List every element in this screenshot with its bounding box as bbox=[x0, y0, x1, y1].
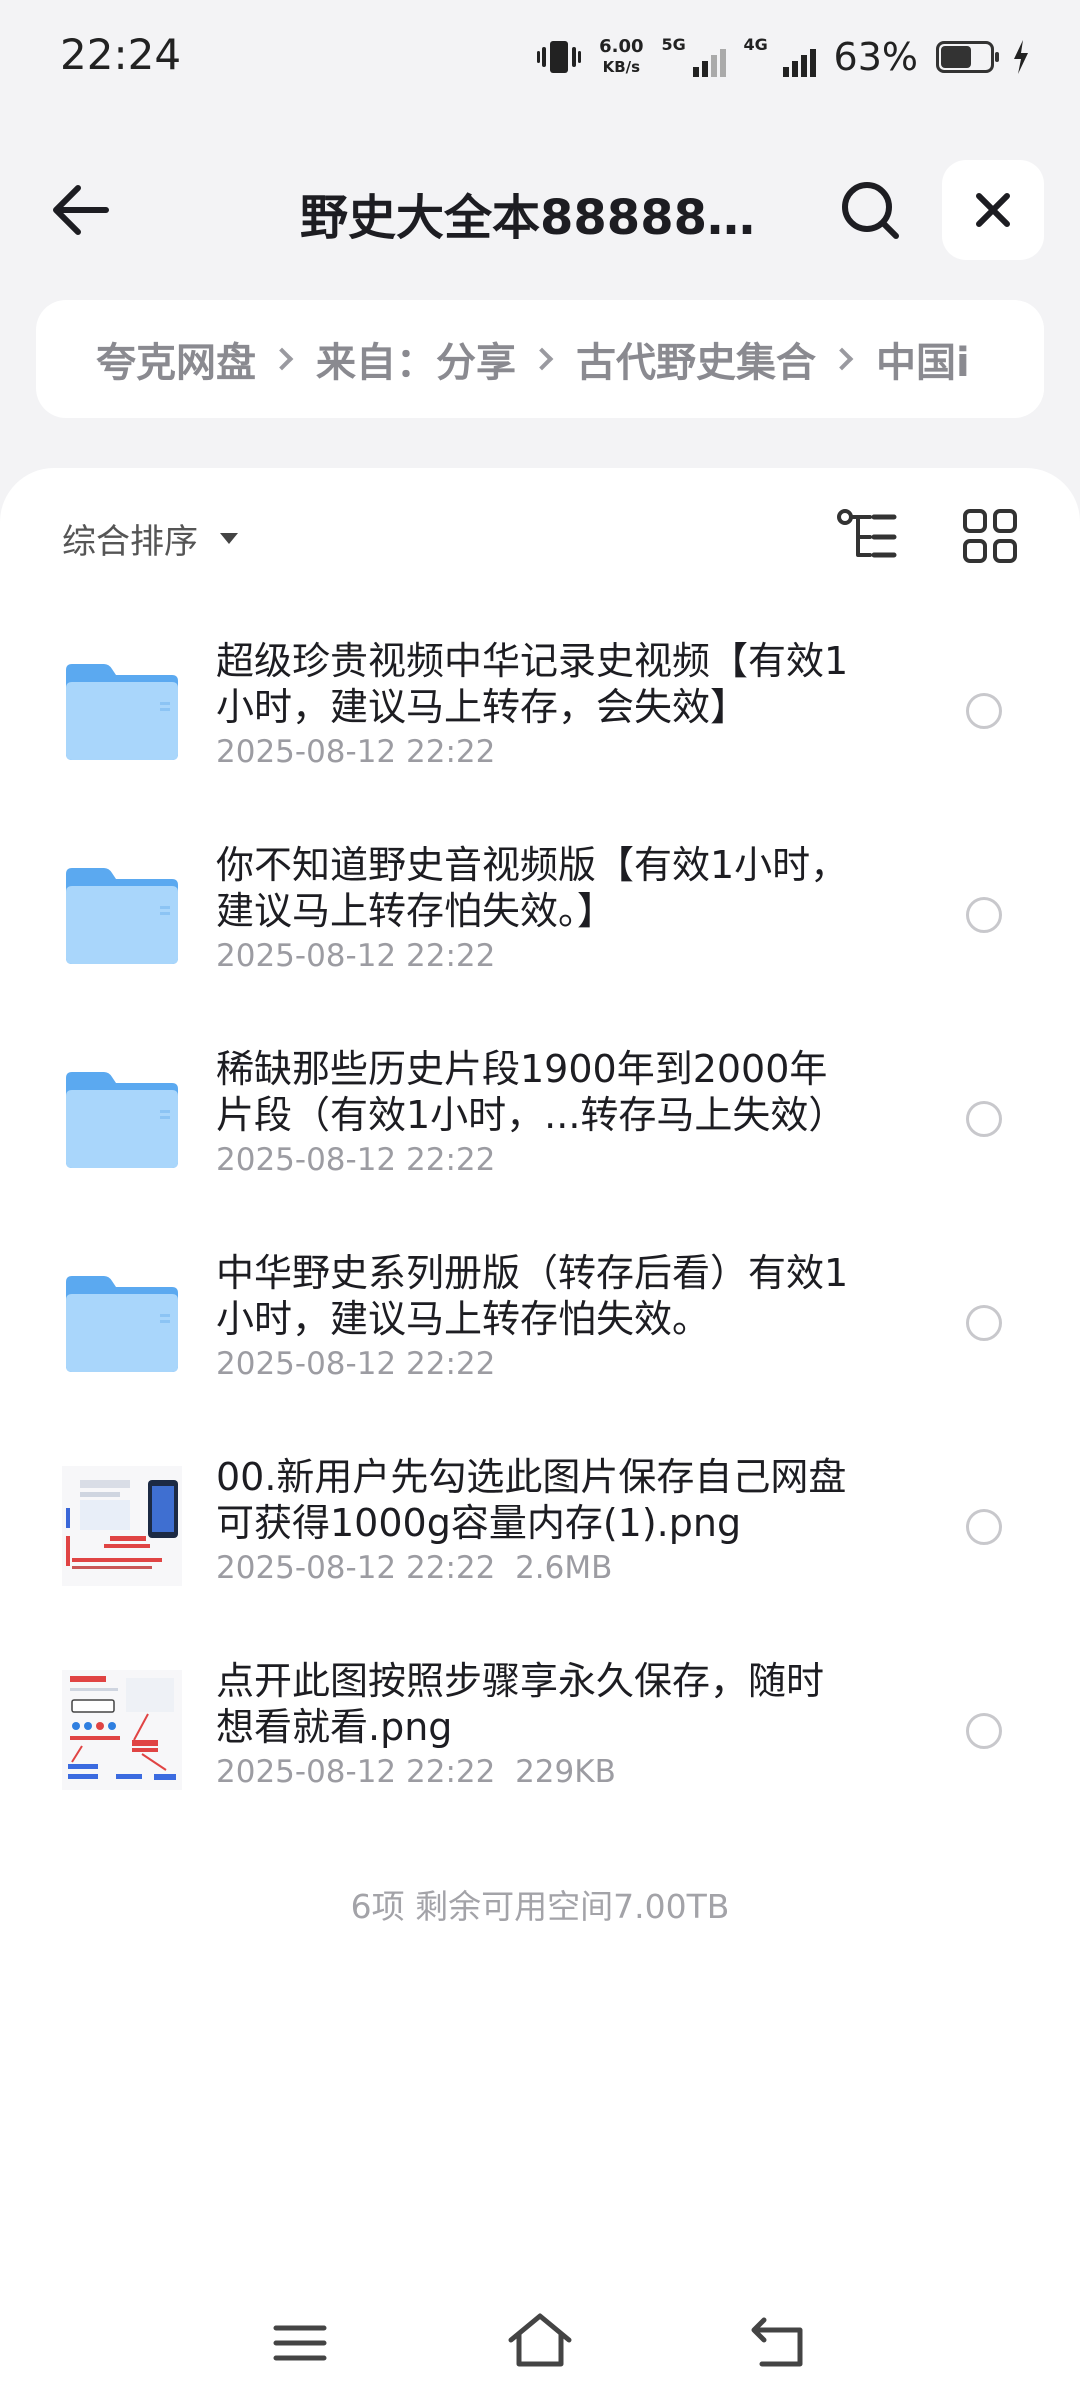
sort-label: 综合排序 bbox=[62, 522, 198, 562]
vibrate-icon bbox=[537, 41, 582, 73]
breadcrumb-item-collection[interactable]: 古代野史集合 bbox=[576, 330, 816, 388]
image-thumbnail bbox=[62, 1466, 182, 1586]
breadcrumb-fade bbox=[964, 300, 1044, 418]
folder-icon bbox=[66, 1276, 178, 1372]
system-navigation-bar bbox=[0, 2300, 1080, 2380]
page-title: 野史大全本88888… bbox=[300, 190, 755, 246]
select-radio[interactable] bbox=[966, 1713, 1002, 1749]
file-date: 2025-08-12 22:22 bbox=[216, 1346, 496, 1382]
folder-icon bbox=[66, 868, 178, 964]
list-item[interactable]: 点开此图按照步骤享永久保存，随时想看就看.png 2025-08-12 22:2… bbox=[0, 1630, 1080, 1834]
image-thumbnail bbox=[62, 1670, 182, 1790]
breadcrumb-item-current[interactable]: 中国i bbox=[876, 330, 970, 388]
list-item[interactable]: 你不知道野史音视频版【有效1小时，建议马上转存怕失效。】 2025-08-12 … bbox=[0, 814, 1080, 1018]
file-date: 2025-08-12 22:22 bbox=[216, 734, 496, 770]
back-gesture-icon[interactable] bbox=[750, 2314, 812, 2370]
file-list: 超级珍贵视频中华记录史视频【有效1小时，建议马上转存，会失效】 2025-08-… bbox=[0, 610, 1080, 1834]
file-date: 2025-08-12 22:22 bbox=[216, 1754, 496, 1790]
file-name: 超级珍贵视频中华记录史视频【有效1小时，建议马上转存，会失效】 bbox=[216, 639, 849, 729]
menu-icon[interactable] bbox=[270, 2320, 330, 2366]
select-radio[interactable] bbox=[966, 1509, 1002, 1545]
file-meta: 2025-08-12 22:22 bbox=[216, 734, 495, 770]
signal-5g-icon: 5G bbox=[662, 35, 726, 79]
grid-view-icon[interactable] bbox=[962, 508, 1018, 564]
file-date: 2025-08-12 22:22 bbox=[216, 1142, 496, 1178]
file-size: 229KB bbox=[515, 1754, 616, 1790]
breadcrumb-item-root[interactable]: 夸克网盘 bbox=[96, 330, 256, 388]
arrow-left-icon bbox=[53, 185, 109, 235]
list-item[interactable]: 稀缺那些历史片段1900年到2000年片段（有效1小时，...转存马上失效） 2… bbox=[0, 1018, 1080, 1222]
storage-summary: 6项 剩余可用空间7.00TB bbox=[350, 1887, 730, 1926]
list-item[interactable]: 超级珍贵视频中华记录史视频【有效1小时，建议马上转存，会失效】 2025-08-… bbox=[0, 610, 1080, 814]
select-radio[interactable] bbox=[966, 1101, 1002, 1137]
status-icons: 6.00 KB/s 5G 4G 63% bbox=[537, 30, 1030, 84]
sim1-label: 5G bbox=[661, 35, 686, 54]
sort-dropdown[interactable]: 综合排序 bbox=[62, 514, 238, 563]
file-meta: 2025-08-12 22:22 229KB bbox=[216, 1754, 616, 1790]
file-meta: 2025-08-12 22:22 bbox=[216, 1346, 495, 1382]
file-name: 中华野史系列册版（转存后看）有效1小时，建议马上转存怕失效。 bbox=[216, 1251, 849, 1341]
back-button[interactable] bbox=[40, 170, 120, 250]
breadcrumb: 夸克网盘 来自：分享 古代野史集合 中国i bbox=[36, 300, 1044, 418]
list-item[interactable]: 中华野史系列册版（转存后看）有效1小时，建议马上转存怕失效。 2025-08-1… bbox=[0, 1222, 1080, 1426]
folder-icon bbox=[66, 1072, 178, 1168]
file-meta: 2025-08-12 22:22 bbox=[216, 938, 495, 974]
search-button[interactable] bbox=[830, 170, 910, 250]
search-icon bbox=[842, 182, 899, 239]
breadcrumb-item-share[interactable]: 来自：分享 bbox=[316, 330, 516, 388]
file-name: 点开此图按照步骤享永久保存，随时想看就看.png bbox=[216, 1659, 825, 1749]
folder-icon bbox=[66, 664, 178, 760]
caret-down-icon bbox=[220, 533, 238, 544]
chevron-right-icon bbox=[270, 347, 294, 371]
signal-4g-icon: 4G bbox=[744, 35, 816, 79]
select-radio[interactable] bbox=[966, 1305, 1002, 1341]
list-item[interactable]: 00.新用户先勾选此图片保存自己网盘可获得1000g容量内存(1).png 20… bbox=[0, 1426, 1080, 1630]
home-icon[interactable] bbox=[505, 2310, 575, 2370]
chevron-right-icon bbox=[830, 347, 854, 371]
battery-icon bbox=[936, 41, 999, 73]
sim2-label: 4G bbox=[743, 35, 768, 54]
file-size: 2.6MB bbox=[515, 1550, 613, 1586]
select-radio[interactable] bbox=[966, 693, 1002, 729]
close-icon bbox=[976, 193, 1010, 227]
network-speed-unit: KB/s bbox=[602, 58, 641, 76]
file-date: 2025-08-12 22:22 bbox=[216, 1550, 496, 1586]
status-time: 22:24 bbox=[60, 30, 182, 79]
status-bar: 22:24 6.00 KB/s 5G 4G 63% bbox=[0, 0, 1080, 110]
battery-percent: 63% bbox=[833, 35, 918, 79]
file-name: 你不知道野史音视频版【有效1小时，建议马上转存怕失效。】 bbox=[216, 843, 849, 933]
close-button[interactable] bbox=[942, 160, 1044, 260]
tree-view-icon[interactable] bbox=[836, 505, 900, 569]
file-meta: 2025-08-12 22:22 bbox=[216, 1142, 495, 1178]
battery-level bbox=[941, 46, 971, 68]
file-name: 稀缺那些历史片段1900年到2000年片段（有效1小时，...转存马上失效） bbox=[216, 1047, 847, 1137]
file-name: 00.新用户先勾选此图片保存自己网盘可获得1000g容量内存(1).png bbox=[216, 1455, 847, 1545]
select-radio[interactable] bbox=[966, 897, 1002, 933]
network-speed: 6.00 KB/s bbox=[599, 37, 643, 77]
network-speed-value: 6.00 bbox=[599, 36, 644, 57]
file-date: 2025-08-12 22:22 bbox=[216, 938, 496, 974]
file-meta: 2025-08-12 22:22 2.6MB bbox=[216, 1550, 612, 1586]
chevron-right-icon bbox=[530, 347, 554, 371]
charging-icon bbox=[1014, 40, 1028, 74]
